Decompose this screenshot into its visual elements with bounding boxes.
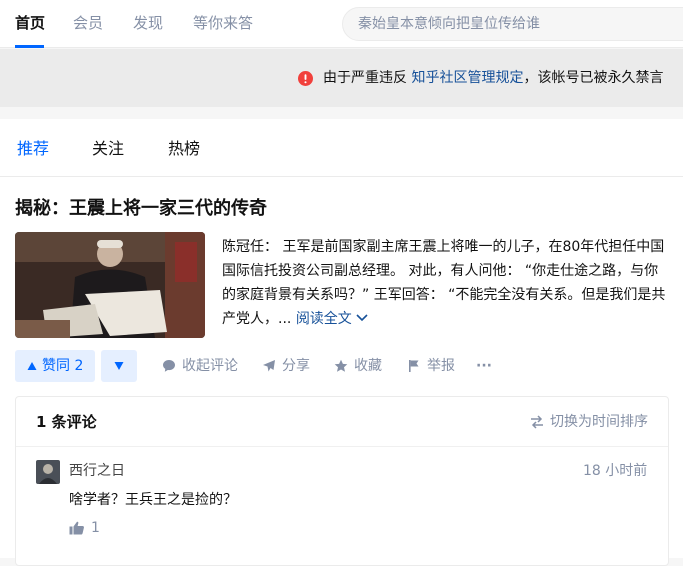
chevron-down-icon [356,314,368,322]
feed-card: 推荐 关注 热榜 揭秘：王震上将一家三代的传奇 陈冠任： 王军是前国家副主席王震… [0,119,683,566]
community-rules-link[interactable]: 知乎社区管理规定 [411,70,523,86]
article-thumbnail[interactable] [15,232,205,338]
feed-tab-following[interactable]: 关注 [92,139,124,159]
feed-tab-hot[interactable]: 热榜 [168,139,200,159]
search-input[interactable]: 秦始皇本意倾向把皇位传给谁 [342,7,683,41]
top-navbar: 首页 会员 发现 等你来答 秦始皇本意倾向把皇位传给谁 [0,0,683,48]
share-label: 分享 [282,358,310,374]
share-button[interactable]: 分享 [262,350,312,382]
vote-down-button[interactable] [101,350,137,382]
comment-author[interactable]: 西行之日 [69,461,125,481]
collapse-comments-button[interactable]: 收起评论 [162,350,242,382]
warning-circle-icon [298,71,313,86]
comment-like-count: 1 [91,520,100,536]
triangle-up-icon [27,362,37,370]
more-options-button[interactable]: ··· [476,350,496,382]
article-excerpt[interactable]: 陈冠任： 王军是前国家副主席王震上将唯一的儿子，在80年代担任中国国际信托投资公… [222,235,670,331]
flag-icon [409,360,419,372]
comment-bubble-icon [163,360,175,372]
nav-tab-waiting-answers[interactable]: 等你来答 [193,13,253,33]
nav-tab-membership[interactable]: 会员 [73,13,103,33]
nav-tab-discover[interactable]: 发现 [133,13,163,33]
ban-notice-banner: 由于严重违反 知乎社区管理规定，该帐号已被永久禁言 [0,49,683,107]
read-more-label: 阅读全文 [295,311,352,327]
banner-text-after: ，该帐号已被永久禁言 [523,70,664,86]
sort-toggle-label: 切换为时间排序 [550,414,648,430]
active-tab-indicator [15,45,44,48]
swap-arrows-icon [531,415,543,429]
triangle-down-icon [114,362,124,370]
comments-panel: 1 条评论 切换为时间排序 西行之日 18 小时前 啥学者？王兵王之是捡的？ 1 [15,396,669,566]
search-placeholder: 秦始皇本意倾向把皇位传给谁 [358,16,540,32]
favorite-button[interactable]: 收藏 [334,350,384,382]
banner-text-before: 由于严重违反 [323,70,412,86]
report-button[interactable]: 举报 [407,350,457,382]
nav-tab-home[interactable]: 首页 [15,13,45,33]
favorite-label: 收藏 [354,358,382,374]
comment-time: 18 小时前 [583,463,648,479]
comment-label: 收起评论 [182,358,238,374]
article-title[interactable]: 揭秘：王震上将一家三代的传奇 [15,197,267,221]
paper-plane-icon [263,360,275,372]
star-icon [334,359,348,372]
read-more-link[interactable]: 阅读全文 [296,311,369,327]
avatar[interactable] [36,460,60,484]
comment-count: 1 条评论 [36,413,97,431]
action-bar: 赞同 2 收起评论 分享 收藏 举报 ··· [15,350,683,382]
comment-text: 啥学者？王兵王之是捡的？ [69,492,237,508]
comments-header: 1 条评论 切换为时间排序 [16,397,668,447]
feed-tab-recommend[interactable]: 推荐 [17,139,49,159]
vote-up-label: 赞同 2 [42,358,84,374]
thumbs-up-icon [69,521,84,535]
article-excerpt-text: 陈冠任： 王军是前国家副主席王震上将唯一的儿子，在80年代担任中国国际信托投资公… [222,239,666,327]
report-label: 举报 [427,358,455,374]
vote-up-button[interactable]: 赞同 2 [15,350,95,382]
feed-tabs: 推荐 关注 热榜 [0,119,683,177]
banner-message: 由于严重违反 知乎社区管理规定，该帐号已被永久禁言 [323,49,663,107]
